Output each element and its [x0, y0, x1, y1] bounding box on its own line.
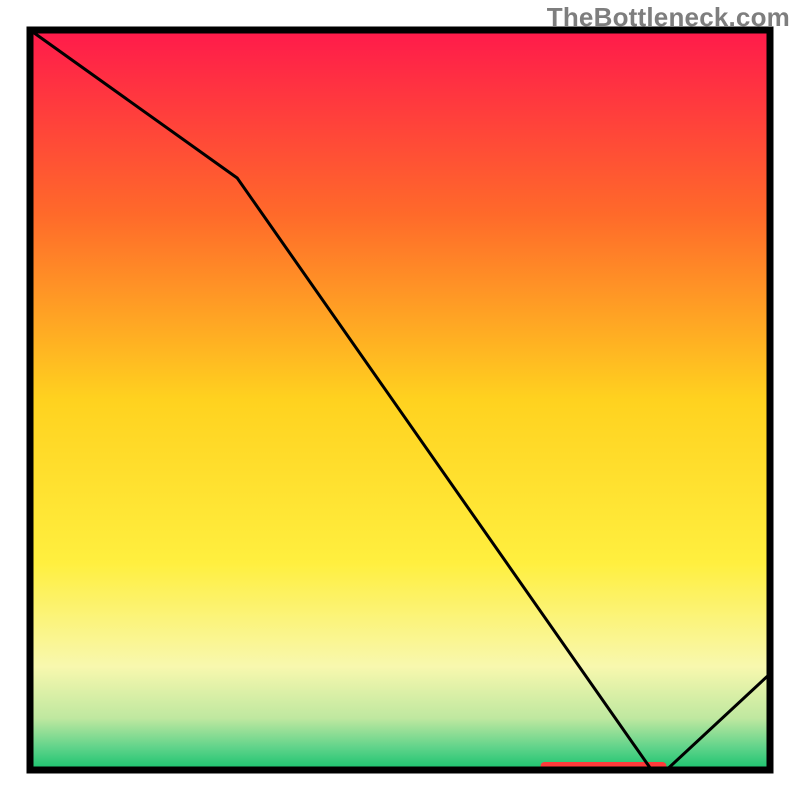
chart-frame: TheBottleneck.com	[0, 0, 800, 800]
bottleneck-chart	[0, 0, 800, 800]
gradient-background	[30, 30, 770, 770]
watermark-text: TheBottleneck.com	[547, 2, 790, 33]
